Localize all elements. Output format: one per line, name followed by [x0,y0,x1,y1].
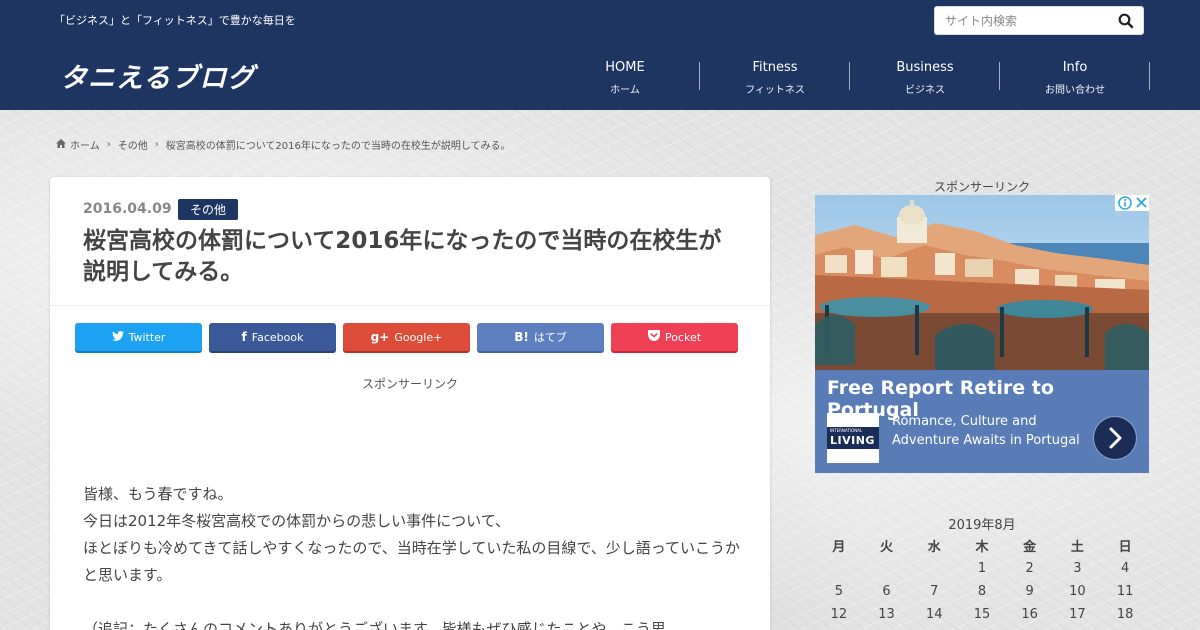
nav-item-label: HOME [605,60,645,75]
breadcrumb-category[interactable]: その他 [118,137,148,152]
nav-item-fitness[interactable]: Fitness フィットネス [700,54,850,98]
sponsor-label: スポンサーリンク [361,377,458,391]
calendar-day: 6 [882,584,891,599]
article-body: 皆様、もう春ですね。 今日は2012年冬桜宮高校での体罰からの悲しい事件について… [83,481,743,630]
calendar-widget: 2019年8月 月 火 水 木 金 土 日 1 2 3 4 5 6 7 8 9 … [815,514,1149,626]
paragraph: （追記：たくさんのコメントありがとうございます。皆様もぜひ感じたことや、こう思 [83,620,667,630]
pocket-share-button[interactable]: Pocket [611,323,738,351]
search-box[interactable] [934,6,1144,35]
share-label: Twitter [128,330,166,344]
calendar-day: 12 [830,607,848,622]
calendar-day: 8 [977,584,987,599]
hatena-bookmark-icon: B! [514,330,529,344]
paragraph: 皆様、もう春ですね。 [83,485,233,503]
nav-item-home[interactable]: HOME ホーム [550,54,700,98]
site-logo[interactable]: タニえるブログ [60,56,255,95]
ad-logo: INTERNATIONAL LIVING [827,413,879,463]
facebook-share-button[interactable]: f Facebook [209,323,336,351]
calendar-caption: 2019年8月 [948,518,1016,533]
share-buttons: Twitter f Facebook g+ Google+ B! はてブ Poc… [75,323,738,351]
nav-item-sublabel: ホーム [610,85,640,96]
calendar-day: 7 [930,584,939,599]
nav-item-sublabel: フィットネス [745,85,805,96]
nav-item-info[interactable]: Info お問い合わせ [1000,54,1150,98]
share-label: Google+ [394,330,443,344]
nav-item-label: Info [1062,60,1088,75]
main-nav: HOME ホーム Fitness フィットネス Business ビジネス In… [550,54,1150,98]
weekday: 日 [1118,540,1132,555]
google-plus-icon: g+ [370,330,390,344]
nav-item-business[interactable]: Business ビジネス [850,54,1000,98]
ad-logo-big-text: LIVING [830,434,875,447]
share-label: Pocket [664,330,702,344]
article-card: 2016.04.09 その他 桜宮高校の体罰について2016年になったので当時の… [50,177,770,630]
weekday: 土 [1070,540,1084,555]
ad-image [815,195,1149,370]
home-icon [56,138,66,151]
site-tagline: 「ビジネス」と「フィットネス」で豊かな毎日を [54,14,296,27]
calendar-day: 2 [1025,561,1034,576]
ad-logo-small-text: INTERNATIONAL [830,428,863,433]
calendar-week-row: 5 6 7 8 9 10 11 [815,580,1149,603]
calendar-week-row: 12 13 14 15 16 17 18 [815,603,1149,626]
calendar-table: 月 火 水 木 金 土 日 1 2 3 4 5 6 7 8 9 10 11 12… [815,534,1149,626]
share-label: はてブ [533,331,567,344]
calendar-day: 3 [1073,561,1082,576]
search-input[interactable] [935,7,1110,34]
twitter-share-button[interactable]: Twitter [75,323,202,351]
twitter-icon [111,330,124,344]
weekday: 月 [832,540,846,555]
weekday: 金 [1023,540,1037,555]
weekday: 火 [880,540,894,555]
category-badge[interactable]: その他 [178,199,239,220]
search-icon[interactable] [1117,12,1135,30]
google-plus-share-button[interactable]: g+ Google+ [343,323,470,351]
chevron-right-icon[interactable] [1094,417,1136,459]
paragraph: 今日は2012年冬桜宮高校での体罰からの悲しい事件について、 [83,512,510,530]
calendar-day: 18 [1116,607,1134,622]
breadcrumb-home[interactable]: ホーム [70,137,100,152]
calendar-week-row: 1 2 3 4 [815,557,1149,580]
nav-item-sublabel: ビジネス [905,85,945,96]
calendar-day: 15 [973,607,991,622]
calendar-day: 16 [1021,607,1038,622]
calendar-day: 17 [1069,607,1086,622]
calendar-day: 4 [1120,561,1130,576]
breadcrumb: ホーム › その他 › 桜宮高校の体罰について2016年になったので当時の在校生… [56,137,511,152]
sidebar-sponsor-label: スポンサーリンク [933,180,1030,194]
calendar-day: 11 [1116,584,1134,599]
calendar-day [815,557,863,580]
calendar-day: 5 [834,584,843,599]
chevron-right-icon: › [106,139,111,150]
ad-choices-icon[interactable] [1115,195,1149,211]
calendar-day: 14 [925,607,943,622]
calendar-day [863,557,911,580]
calendar-day: 9 [1025,584,1034,599]
article-title: 桜宮高校の体罰について2016年になったので当時の在校生が説明してみる。 [83,228,722,285]
share-label: Facebook [251,330,304,344]
paragraph: ほとぼりも冷めてきて話しやすくなったので、当時在学していた私の目線で、少し語って… [83,539,741,584]
nav-item-label: Fitness [752,60,798,75]
post-date: 2016.04.09 [83,201,172,217]
breadcrumb-current: 桜宮高校の体罰について2016年になったので当時の在校生が説明してみる。 [165,141,511,152]
hatena-share-button[interactable]: B! はてブ [477,323,604,351]
calendar-day: 1 [977,561,987,576]
calendar-day [910,557,958,580]
ad-description: Romance, Culture and Adventure Awaits in… [892,414,1080,448]
divider [50,305,770,306]
calendar-day: 13 [878,607,895,622]
weekday: 水 [927,540,941,555]
nav-item-sublabel: お問い合わせ [1045,85,1105,96]
chevron-right-icon: › [154,139,159,150]
weekday: 木 [975,540,989,555]
facebook-icon: f [241,330,247,344]
calendar-day: 10 [1069,584,1086,599]
calendar-weekday-row: 月 火 水 木 金 土 日 [815,534,1149,557]
pocket-icon [647,330,660,344]
site-header: 「ビジネス」と「フィットネス」で豊かな毎日を タニえるブログ HOME ホーム … [0,0,1200,110]
nav-item-label: Business [896,60,954,75]
